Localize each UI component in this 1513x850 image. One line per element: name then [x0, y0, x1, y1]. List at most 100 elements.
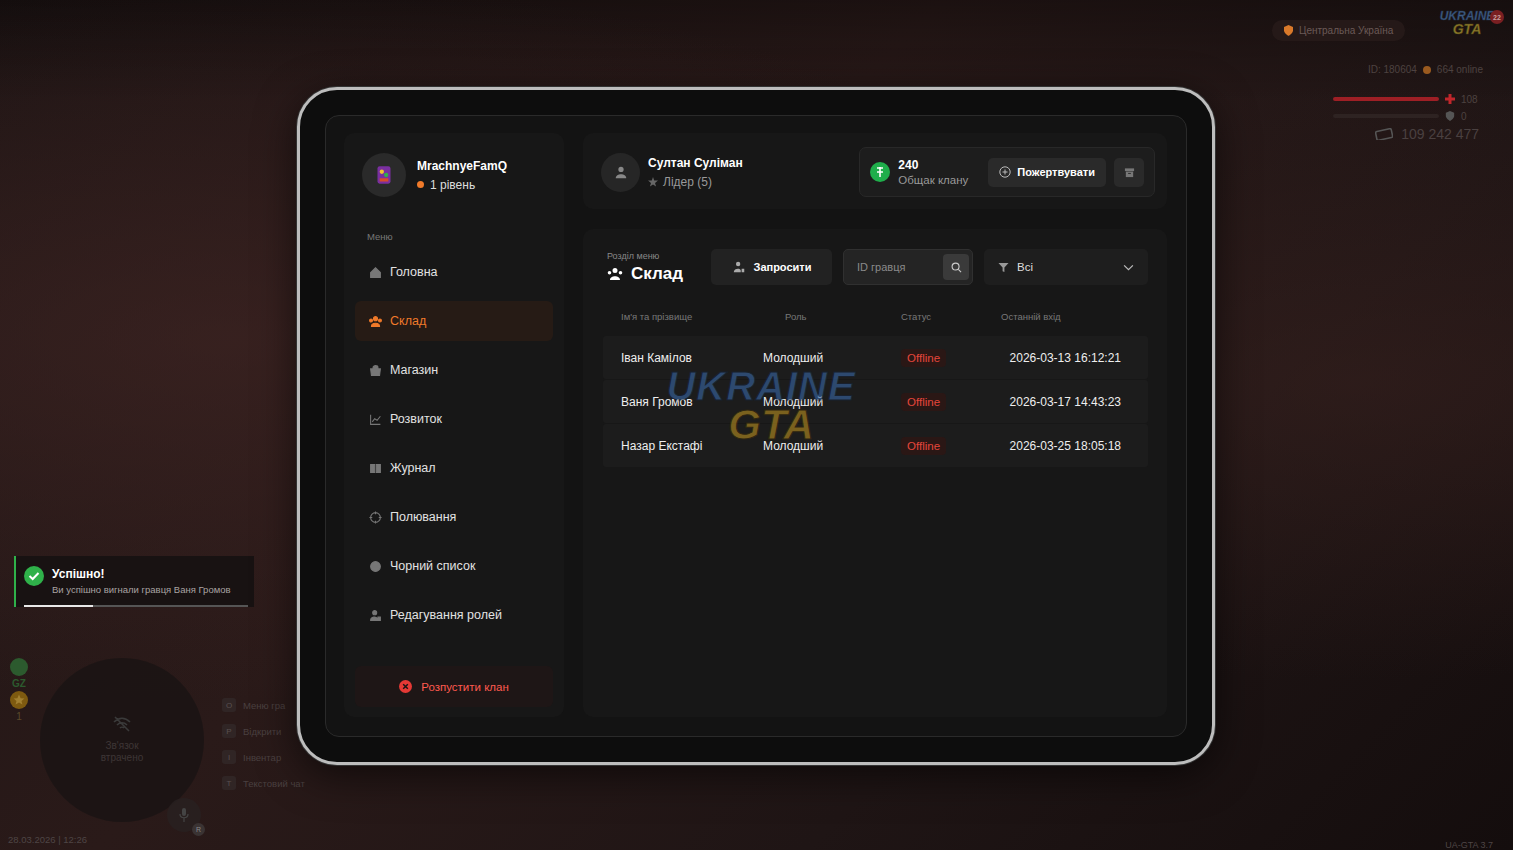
add-user-icon [732, 260, 746, 274]
treasury-box: 240 Общак клану Пожертвувати [859, 147, 1155, 197]
members-panel: Розділ меню Склад Запросити Всі Ім'я та пріз… [583, 229, 1167, 717]
armor-shield-icon [1445, 111, 1455, 121]
shield-icon [1284, 25, 1293, 36]
leader-name: Султан Суліман [648, 156, 743, 170]
history-button[interactable] [1114, 158, 1144, 187]
column-header: Статус [901, 311, 1001, 322]
section-title-text: Склад [631, 264, 683, 284]
sidebar-item-label: Склад [390, 314, 426, 328]
search-button[interactable] [943, 254, 969, 280]
hotkey-key: O [222, 698, 236, 712]
user-icon [614, 165, 628, 179]
menu-icon [369, 315, 382, 328]
column-header: Останній вхід [1001, 311, 1148, 322]
datetime: 28.03.2026 | 12:26 [8, 834, 87, 845]
member-name: Іван Камілов [603, 351, 763, 365]
invite-button[interactable]: Запросити [711, 249, 832, 285]
notification-body: Успішно! Ви успішно вигнали гравця Ваня Г… [24, 565, 248, 595]
sidebar-item[interactable]: Головна [355, 252, 553, 292]
treasury-amount: 240 [898, 158, 968, 172]
section-caption: Розділ меню [607, 251, 700, 261]
hotkey-key: I [222, 750, 236, 764]
leader-info: Султан СуліманЛідер (5) [601, 153, 743, 192]
table-row[interactable]: Назар ЕкстафіМолодшийOffline2026-03-25 1… [603, 424, 1148, 467]
notification-text: Успішно! Ви успішно вигнали гравця Ваня Г… [52, 565, 231, 595]
disband-label: Розпустити клан [421, 681, 509, 693]
logo-line1: UKRAINE [1440, 10, 1495, 22]
member-role: Молодший [763, 439, 901, 453]
plus-circle-icon [999, 166, 1011, 178]
hotkey-label: Інвентар [243, 752, 281, 763]
money-line: 109 242 477 [1375, 126, 1479, 142]
notification-message: Ви успішно вигнали гравця Ваня Громов [52, 585, 231, 595]
notification-title: Успішно! [52, 567, 231, 581]
main-panel: Султан СуліманЛідер (5) 240 Общак клану Пож… [583, 133, 1167, 717]
server-logo: UKRAINEGTA22 [1432, 10, 1502, 50]
sidebar-item[interactable]: Склад [355, 301, 553, 341]
notification-progress [24, 605, 248, 607]
logo-badge: 22 [1490, 10, 1504, 24]
sidebar-item[interactable]: Магазин [355, 350, 553, 390]
menu-icon [369, 266, 382, 279]
last-login: 2026-03-13 16:12:21 [1001, 351, 1148, 365]
level-dot-icon [417, 181, 424, 188]
minimap-status: Зв'язок втрачено [92, 740, 152, 764]
online-dot-icon [1423, 66, 1431, 74]
status-badge: Offline [901, 393, 946, 411]
sidebar-item[interactable]: Чорний список [355, 546, 553, 586]
leader-header: Султан СуліманЛідер (5) 240 Общак клану Пож… [583, 133, 1167, 209]
last-login: 2026-03-25 18:05:18 [1001, 439, 1148, 453]
hotkey-item: T Текстовий чат [222, 775, 305, 791]
greenzone-label: GZ [12, 678, 26, 689]
table-row[interactable]: Іван КаміловМолодшийOffline2026-03-13 16… [603, 336, 1148, 379]
clan-info: MrachnyeFamQ 1 рівень [417, 159, 507, 192]
sidebar-item[interactable]: Полювання [355, 497, 553, 537]
leader-avatar [601, 153, 640, 192]
watermark: UKRAINEGTA [651, 367, 871, 445]
hotkey-label: Текстовий чат [243, 778, 305, 789]
people-icon [607, 266, 623, 282]
microphone-button[interactable]: R [167, 798, 201, 832]
member-name: Назар Екстафі [603, 439, 763, 453]
search-field[interactable] [843, 249, 973, 285]
hotkey-list: O Меню гра PВідкрити I Інвентар T Текстовий ча… [222, 697, 305, 791]
clan-level: 1 рівень [417, 178, 507, 192]
section-title: Склад [607, 264, 700, 284]
clan-name: MrachnyeFamQ [417, 159, 507, 173]
filter-dropdown[interactable]: Всі [984, 249, 1148, 285]
menu-icon [369, 511, 382, 524]
sidebar-item[interactable]: Розвиток [355, 399, 553, 439]
member-name: Ваня Громов [603, 395, 763, 409]
donate-button[interactable]: Пожертвувати [988, 158, 1106, 187]
menu-icon [369, 413, 382, 426]
menu-icon [369, 364, 382, 377]
treasury-label: Общак клану [898, 174, 968, 186]
hotkey-key: T [222, 776, 236, 790]
sidebar-item[interactable]: Редагування ролей [355, 595, 553, 635]
sidebar-item-label: Редагування ролей [390, 608, 502, 622]
chevron-down-icon [1123, 264, 1134, 271]
hotkey-label: Меню гра [243, 700, 285, 711]
health-bar [1333, 97, 1439, 101]
star-icon [648, 177, 658, 187]
mic-key-badge: R [192, 823, 205, 836]
armor-line: 0 [1333, 109, 1483, 123]
sidebar-item-label: Головна [390, 265, 438, 279]
clan-emblem-icon [371, 162, 397, 188]
no-signal-icon [112, 716, 132, 732]
health-cross-icon [1445, 94, 1455, 104]
disband-clan-button[interactable]: Розпустити клан [355, 666, 553, 707]
greenzone-icon [10, 658, 28, 676]
region-badge: Центральна Україна [1272, 20, 1405, 41]
search-input[interactable] [855, 260, 939, 274]
treasury-info: 240 Общак клану [898, 158, 968, 186]
table-row[interactable]: Ваня ГромовМолодшийOffline2026-03-17 14:… [603, 380, 1148, 423]
sidebar-item-label: Чорний список [390, 559, 475, 573]
armor-bar [1333, 114, 1439, 118]
sidebar-item[interactable]: Журнал [355, 448, 553, 488]
column-header: Ім'я та прізвище [603, 311, 763, 322]
watermark-line1: UKRAINE [666, 367, 855, 405]
money-amount: 109 242 477 [1401, 126, 1479, 142]
health-fill [1333, 97, 1439, 101]
hotkey-item: PВідкрити [222, 723, 305, 739]
